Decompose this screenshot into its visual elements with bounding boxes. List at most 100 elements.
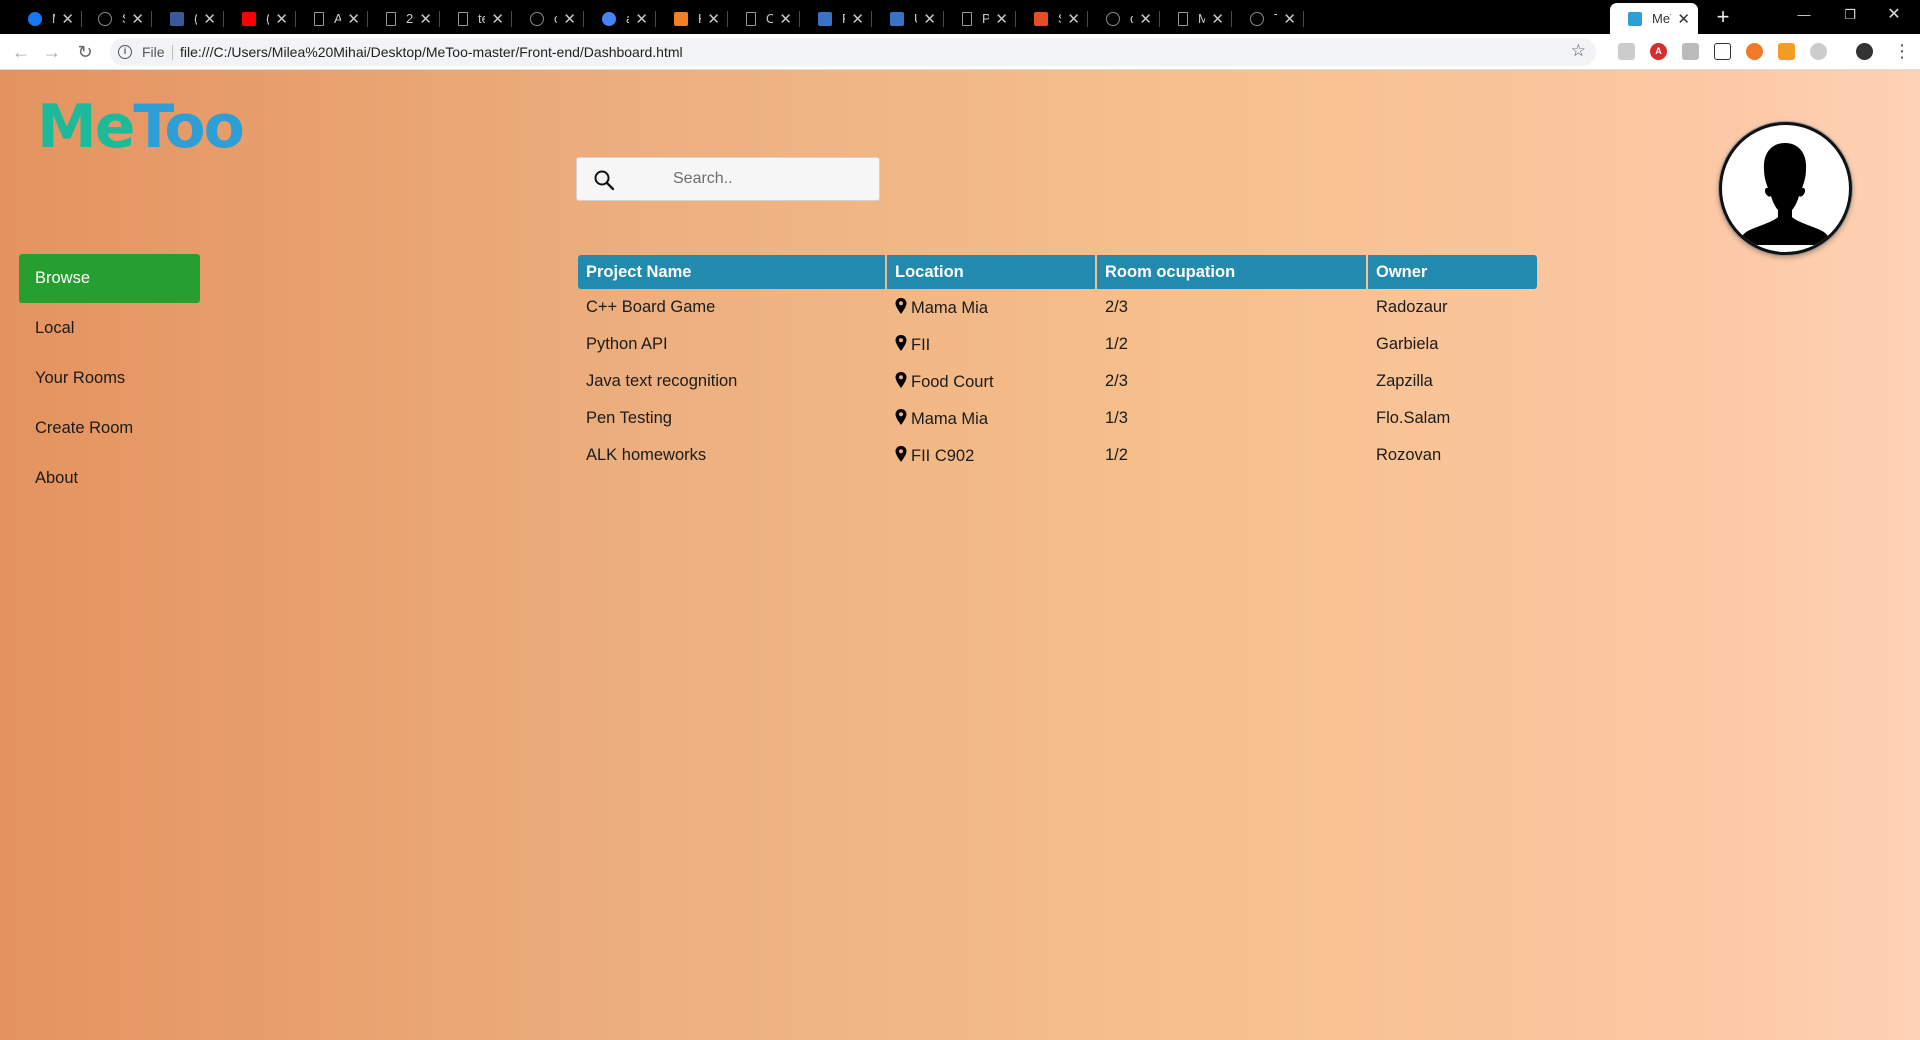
document-icon — [314, 11, 324, 26]
browser-tab[interactable]: Mes ✕ — [10, 3, 82, 34]
table-row[interactable]: Python API FII 1/2 Garbiela — [578, 326, 1537, 363]
adblock-extension-icon[interactable]: A — [1650, 43, 1667, 60]
document-icon — [1178, 11, 1188, 26]
tab-close-icon[interactable]: ✕ — [419, 10, 432, 28]
sidebar-item-your-rooms[interactable]: Your Rooms — [19, 354, 200, 403]
sidebar-item-about[interactable]: About — [19, 454, 200, 503]
forward-icon[interactable]: → — [40, 40, 64, 64]
location-pin-icon — [895, 297, 907, 314]
browser-tab[interactable]: MeT ✕ — [1610, 3, 1698, 34]
cell-room-ocupation: 1/2 — [1105, 335, 1128, 353]
extension-icon[interactable] — [1682, 43, 1699, 60]
browser-tab[interactable]: qxZa ✕ — [1088, 3, 1160, 34]
browser-tab[interactable]: Untit ✕ — [872, 3, 944, 34]
table-row[interactable]: Pen Testing Mama Mia 1/3 Flo.Salam — [578, 400, 1537, 437]
tab-separator — [1303, 11, 1304, 27]
tab-close-icon[interactable]: ✕ — [563, 10, 576, 28]
grey-extension-icon[interactable] — [1810, 43, 1827, 60]
sidebar-item-create-room[interactable]: Create Room — [19, 404, 200, 453]
browser-tab[interactable]: (90) ✕ — [224, 3, 296, 34]
metoo-logo[interactable]: MeToo — [37, 92, 245, 162]
browser-tab[interactable]: api e ✕ — [584, 3, 656, 34]
user-silhouette-icon — [1738, 143, 1832, 245]
tab-close-icon[interactable]: ✕ — [1211, 10, 1224, 28]
search-input[interactable] — [639, 158, 875, 200]
browser-tab[interactable]: Priva ✕ — [800, 3, 872, 34]
tab-close-icon[interactable]: ✕ — [779, 10, 792, 28]
tab-close-icon[interactable]: ✕ — [1677, 10, 1690, 28]
reload-icon[interactable]: ↻ — [73, 40, 97, 64]
tab-close-icon[interactable]: ✕ — [1139, 10, 1152, 28]
tab-title: Toke — [1274, 11, 1277, 26]
cell-project-name: ALK homeworks — [586, 446, 707, 464]
user-avatar[interactable] — [1719, 122, 1852, 255]
cell-project-name: C++ Board Game — [586, 298, 716, 316]
tab-close-icon[interactable]: ✕ — [635, 10, 648, 28]
browser-tab[interactable]: SI/Ex ✕ — [80, 3, 152, 34]
back-icon[interactable]: ← — [9, 40, 33, 64]
address-bar[interactable]: i File file:///C:/Users/Milea%20Mihai/De… — [110, 38, 1596, 66]
tab-close-icon[interactable]: ✕ — [851, 10, 864, 28]
table-row[interactable]: ALK homeworks FII C902 1/2 Rozovan — [578, 437, 1537, 474]
browser-tab[interactable]: Toke ✕ — [1232, 3, 1304, 34]
tab-close-icon[interactable]: ✕ — [203, 10, 216, 28]
browser-tab[interactable]: How ✕ — [656, 3, 728, 34]
browser-tab[interactable]: Orac ✕ — [728, 3, 800, 34]
url-text[interactable]: file:///C:/Users/Milea%20Mihai/Desktop/M… — [180, 44, 683, 60]
orange-extension-icon[interactable] — [1746, 43, 1763, 60]
location-text: FII — [911, 335, 931, 354]
cell-location: Mama Mia — [887, 289, 1095, 326]
search-box[interactable] — [576, 157, 880, 201]
sidebar-item-local[interactable]: Local — [19, 304, 200, 353]
document-icon — [962, 11, 972, 26]
tab-close-icon[interactable]: ✕ — [131, 10, 144, 28]
close-window-icon[interactable]: ✕ — [1866, 0, 1920, 30]
column-header-room-ocupation[interactable]: Room ocupation — [1097, 255, 1366, 289]
column-header-owner[interactable]: Owner — [1368, 255, 1537, 289]
cube-extension-icon[interactable] — [1714, 43, 1731, 60]
tab-close-icon[interactable]: ✕ — [707, 10, 720, 28]
table-row[interactable]: C++ Board Game Mama Mia 2/3 Radozaur — [578, 289, 1537, 326]
tab-title: cypr — [554, 11, 558, 26]
browser-tab[interactable]: Anca ✕ — [296, 3, 368, 34]
bookmark-star-icon[interactable]: ☆ — [1571, 41, 1586, 61]
tab-title: Priva — [842, 11, 845, 26]
browser-tab[interactable]: cypr ✕ — [512, 3, 584, 34]
tab-close-icon[interactable]: ✕ — [995, 10, 1008, 28]
postman-extension-icon[interactable] — [1778, 43, 1795, 60]
browser-tab[interactable]: Proie ✕ — [944, 3, 1016, 34]
tab-title: qxZa — [1130, 11, 1133, 26]
table-header-row: Project Name Location Room ocupation Own… — [578, 255, 1537, 289]
browser-tab[interactable]: 2018 ✕ — [368, 3, 440, 34]
pdf-extension-icon[interactable] — [1618, 43, 1635, 60]
github-icon — [98, 11, 112, 26]
browser-tab[interactable]: MeT ✕ — [1160, 3, 1232, 34]
info-icon[interactable]: i — [118, 45, 132, 59]
location-pin-icon — [895, 371, 907, 388]
profile-icon[interactable] — [1856, 43, 1873, 60]
cell-project-name: Java text recognition — [586, 372, 738, 390]
tab-close-icon[interactable]: ✕ — [1283, 10, 1296, 28]
browser-menu-icon[interactable]: ⋮ — [1893, 42, 1911, 60]
cell-project-name: Pen Testing — [586, 409, 672, 427]
cell-room-ocupation: 2/3 — [1105, 298, 1128, 316]
column-header-project-name[interactable]: Project Name — [578, 255, 885, 289]
sidebar-item-browse[interactable]: Browse — [19, 254, 200, 303]
browser-tab[interactable]: Scho ✕ — [1016, 3, 1088, 34]
w3schools-icon — [1034, 11, 1048, 26]
tab-close-icon[interactable]: ✕ — [347, 10, 360, 28]
table-row[interactable]: Java text recognition Food Court 2/3 Zapzil… — [578, 363, 1537, 400]
tab-close-icon[interactable]: ✕ — [275, 10, 288, 28]
tab-close-icon[interactable]: ✕ — [923, 10, 936, 28]
rooms-table: Project Name Location Room ocupation Own… — [576, 255, 1539, 474]
location-pin-icon — [895, 408, 907, 425]
tab-close-icon[interactable]: ✕ — [491, 10, 504, 28]
column-header-location[interactable]: Location — [887, 255, 1095, 289]
tab-close-icon[interactable]: ✕ — [61, 10, 74, 28]
location-text: FII C902 — [911, 446, 975, 465]
cell-location: Food Court — [887, 363, 1095, 400]
new-tab-button[interactable]: + — [1709, 3, 1737, 31]
browser-tab[interactable]: (1) A ✕ — [152, 3, 224, 34]
tab-close-icon[interactable]: ✕ — [1067, 10, 1080, 28]
browser-tab[interactable]: tema ✕ — [440, 3, 512, 34]
